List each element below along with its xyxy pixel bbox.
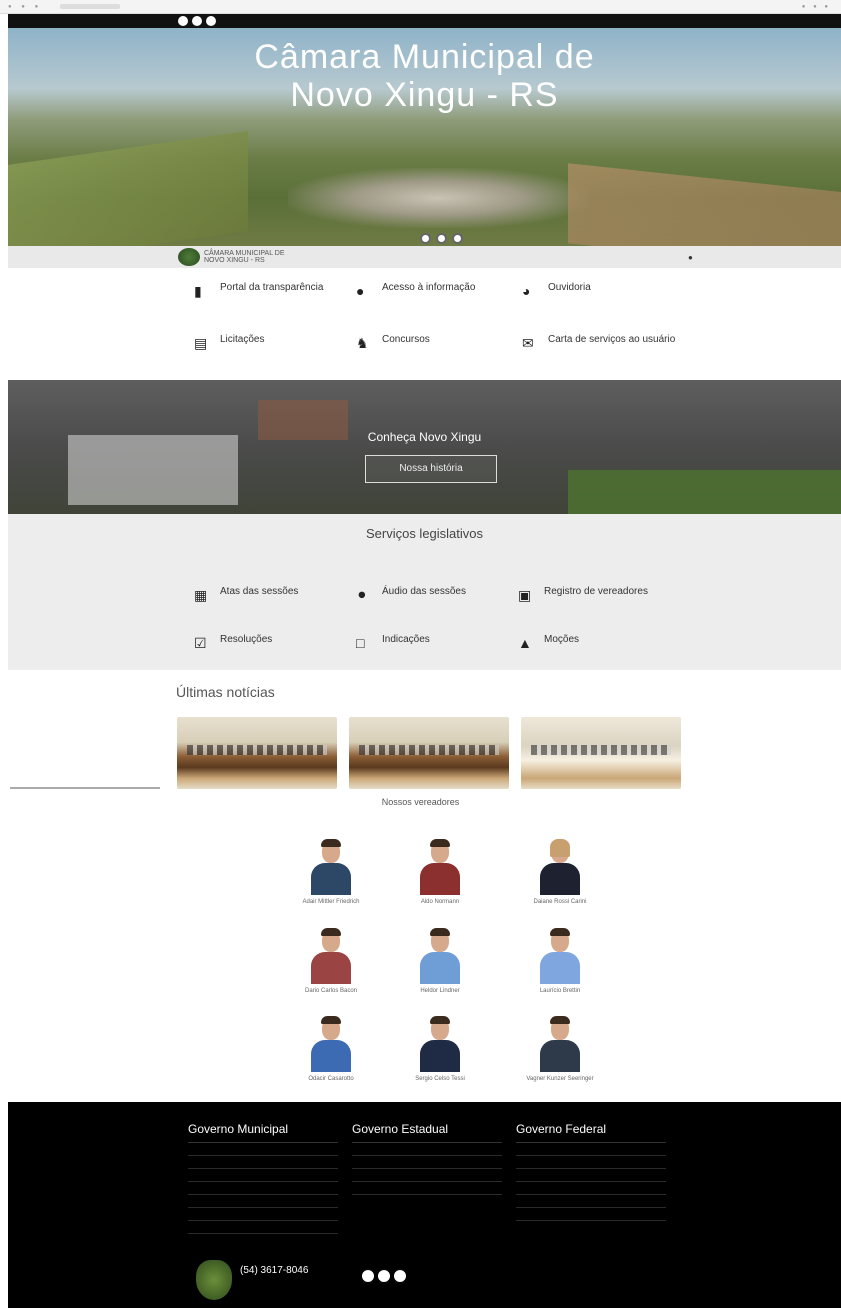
calendar-icon: □	[356, 635, 365, 651]
footer-link[interactable]	[352, 1143, 502, 1156]
instagram-icon[interactable]	[206, 16, 216, 26]
council-member[interactable]: Daiane Rossi Carini	[500, 837, 620, 923]
conheca-banner: Conheça Novo Xingu Nossa história	[8, 380, 841, 514]
council-member[interactable]: Dario Carlos Bacon	[271, 926, 391, 1012]
carousel-dot[interactable]	[420, 233, 431, 244]
member-photo	[307, 926, 355, 984]
member-photo	[416, 837, 464, 895]
people-icon: ♞	[356, 335, 369, 351]
legislative-title: Serviços legislativos	[365, 526, 484, 541]
council-member[interactable]: Heldor Lindner	[380, 926, 500, 1012]
service-acesso-informacao[interactable]: ● Acesso à informação	[356, 282, 521, 330]
footer-federal: Governo Federal	[516, 1122, 666, 1221]
main-navbar: CÂMARA MUNICIPAL DE NOVO XINGU - RS ●	[8, 246, 841, 268]
footer-link[interactable]	[188, 1156, 338, 1169]
legis-registro[interactable]: ▣ Registro de vereadores	[518, 586, 683, 634]
service-carta-servicos[interactable]: ✉ Carta de serviços ao usuário	[522, 334, 687, 382]
footer-link[interactable]	[188, 1195, 338, 1208]
council-member[interactable]: Adair Mittler Friedrich	[271, 837, 391, 923]
footer-estadual: Governo Estadual	[352, 1122, 502, 1195]
footer-link[interactable]	[516, 1195, 666, 1208]
footer-brasao-icon	[196, 1260, 232, 1300]
member-photo	[307, 837, 355, 895]
browser-menu-icons[interactable]: ● ● ●	[802, 4, 831, 10]
member-photo	[536, 926, 584, 984]
nossa-historia-button[interactable]: Nossa história	[365, 455, 497, 483]
footer-link[interactable]	[352, 1156, 502, 1169]
register-icon: ▣	[518, 587, 532, 603]
document-icon: ▮	[194, 283, 202, 299]
facebook-icon[interactable]	[362, 1270, 374, 1282]
legis-audio[interactable]: ⚫ Áudio das sessões	[356, 586, 521, 634]
footer-link[interactable]	[188, 1182, 338, 1195]
carousel-dot[interactable]	[436, 233, 447, 244]
search-icon[interactable]: ●	[688, 253, 693, 262]
news-title: Últimas notícias	[176, 684, 275, 700]
legis-atas[interactable]: ▦ Atas das sessões	[194, 586, 359, 634]
news-image[interactable]	[521, 717, 681, 789]
quick-services: ▮ Portal da transparência ● Acesso à inf…	[8, 268, 841, 380]
headset-icon: ◕	[522, 283, 531, 299]
council-member[interactable]: Laurício Brettin	[500, 926, 620, 1012]
microphone-icon: ⚫	[356, 587, 368, 603]
legis-mocoes[interactable]: ▲ Moções	[518, 634, 683, 682]
council-member[interactable]: Sergio Celso Tessi	[380, 1014, 500, 1100]
book-icon: ▦	[194, 587, 208, 603]
footer-link[interactable]	[188, 1169, 338, 1182]
conheca-title: Conheça Novo Xingu	[367, 430, 482, 444]
footer-link[interactable]	[188, 1221, 338, 1234]
brasao-logo-icon[interactable]	[178, 248, 200, 266]
footer-link[interactable]	[516, 1143, 666, 1156]
council-member[interactable]: Aldo Normann	[380, 837, 500, 923]
top-strip	[8, 14, 841, 28]
site-footer: Governo Municipal Governo Estadual Gover…	[8, 1102, 841, 1308]
hero-title: Câmara Municipal de Novo Xingu - RS	[254, 38, 595, 114]
legis-resolucoes[interactable]: ☑ Resoluções	[194, 634, 359, 682]
facebook-icon[interactable]	[178, 16, 188, 26]
council-member[interactable]: Odacir Casarotto	[271, 1014, 391, 1100]
footer-social-links	[362, 1270, 406, 1282]
member-photo	[536, 837, 584, 895]
news-image[interactable]	[349, 717, 509, 789]
service-transparencia[interactable]: ▮ Portal da transparência	[194, 282, 359, 330]
footer-link[interactable]	[188, 1208, 338, 1221]
member-photo	[536, 1014, 584, 1072]
youtube-icon[interactable]	[378, 1270, 390, 1282]
carousel-indicators	[420, 233, 463, 244]
list-icon: ▤	[194, 335, 208, 351]
info-icon: ●	[356, 283, 365, 299]
top-social-links	[178, 16, 216, 26]
footer-link[interactable]	[516, 1208, 666, 1221]
footer-phone: (54) 3617-8046	[240, 1265, 309, 1276]
carousel-dot[interactable]	[452, 233, 463, 244]
footer-link[interactable]	[516, 1156, 666, 1169]
footer-link[interactable]	[352, 1169, 502, 1182]
member-photo	[416, 926, 464, 984]
council-title: Nossos vereadores	[381, 797, 460, 807]
service-ouvidoria[interactable]: ◕ Ouvidoria	[522, 282, 687, 330]
footer-link[interactable]	[352, 1182, 502, 1195]
instagram-icon[interactable]	[394, 1270, 406, 1282]
hero-banner: Câmara Municipal de Novo Xingu - RS	[8, 28, 841, 246]
footer-link[interactable]	[188, 1143, 338, 1156]
footer-municipal: Governo Municipal	[188, 1122, 338, 1234]
mail-icon: ✉	[522, 335, 534, 351]
legislative-services: Serviços legislativos ▦ Atas das sessões…	[8, 514, 841, 670]
news-image[interactable]	[177, 717, 337, 789]
browser-toolbar: ● ● ● ● ● ●	[0, 0, 841, 14]
service-licitacoes[interactable]: ▤ Licitações	[194, 334, 359, 382]
youtube-icon[interactable]	[192, 16, 202, 26]
council-member[interactable]: Vagner Kunzer Seeringer	[500, 1014, 620, 1100]
legis-indicacoes[interactable]: □ Indicações	[356, 634, 521, 682]
brand-name[interactable]: CÂMARA MUNICIPAL DE NOVO XINGU - RS	[204, 250, 285, 264]
address-bar[interactable]	[60, 4, 120, 9]
institution-icon: ▲	[518, 635, 532, 651]
calendar-check-icon: ☑	[194, 635, 207, 651]
member-photo	[416, 1014, 464, 1072]
service-concursos[interactable]: ♞ Concursos	[356, 334, 521, 382]
footer-link[interactable]	[516, 1182, 666, 1195]
footer-link[interactable]	[516, 1169, 666, 1182]
browser-nav-icons[interactable]: ● ● ●	[8, 4, 42, 10]
member-photo	[307, 1014, 355, 1072]
